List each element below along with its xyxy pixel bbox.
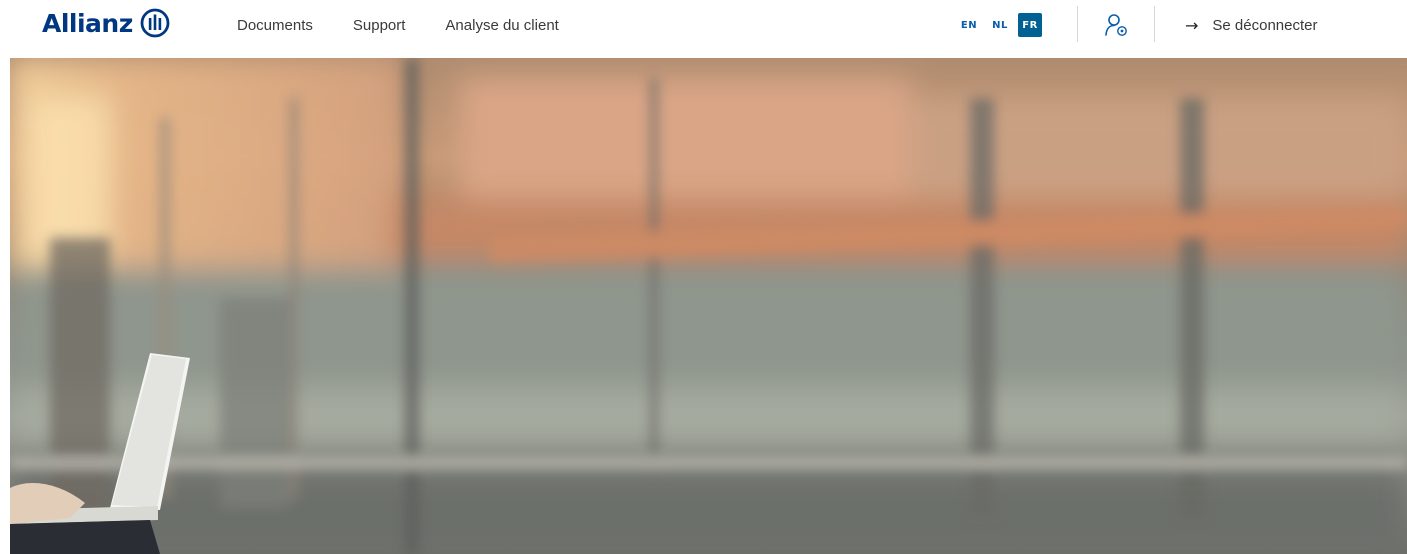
logout-button[interactable]: → Se déconnecter [1185, 0, 1317, 50]
top-navigation-bar: Allianz Documents Support Analyse du cli… [0, 0, 1407, 58]
language-fr[interactable]: FR [1018, 13, 1042, 37]
language-nl[interactable]: NL [990, 13, 1010, 37]
nav-support[interactable]: Support [353, 17, 406, 34]
logout-label: Se déconnecter [1212, 16, 1318, 34]
divider [1154, 6, 1155, 42]
hero-background-graphic [10, 58, 1407, 554]
brand-name: Allianz [42, 8, 133, 38]
language-en[interactable]: EN [958, 13, 980, 37]
arrow-right-icon: → [1185, 15, 1199, 35]
main-nav: Documents Support Analyse du client [237, 0, 599, 50]
allianz-logo[interactable]: Allianz [42, 8, 170, 38]
user-settings-icon[interactable] [1104, 13, 1130, 39]
allianz-eagle-circle-icon [140, 8, 170, 38]
nav-documents[interactable]: Documents [237, 17, 313, 34]
divider [1077, 6, 1078, 42]
hero-banner-image [10, 58, 1407, 554]
nav-analyse-client[interactable]: Analyse du client [445, 17, 558, 34]
